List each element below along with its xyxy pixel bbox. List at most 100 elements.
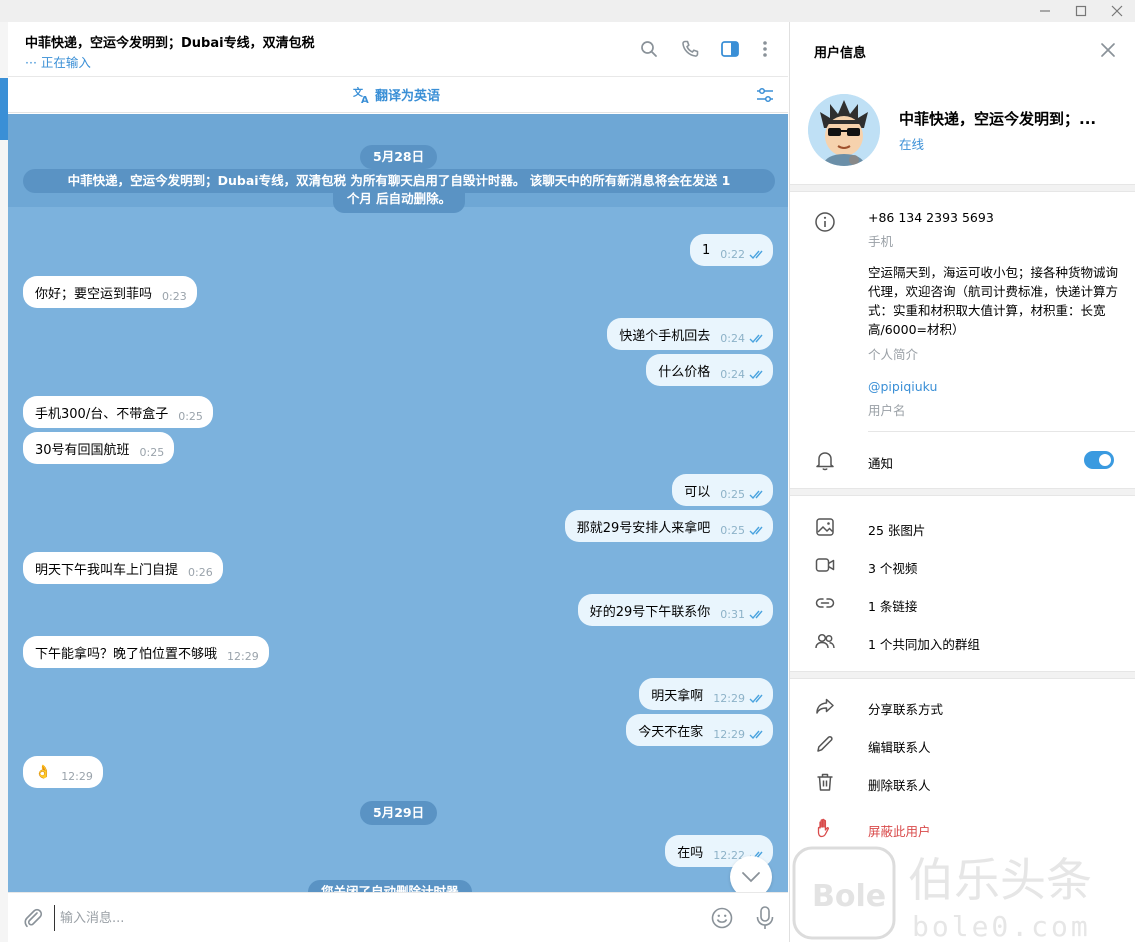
panel-title: 用户信息 <box>814 46 867 61</box>
message-text: 那就29号安排人来拿吧 <box>576 520 711 536</box>
username[interactable]: @pipiqiuku <box>868 379 937 394</box>
more-vertical-icon <box>763 41 767 57</box>
online-status: 在线 <box>899 137 925 152</box>
window-titlebar <box>0 0 1135 22</box>
date-separator: 5月28日 <box>360 145 438 169</box>
search-icon <box>641 41 657 57</box>
microphone-icon[interactable] <box>754 905 776 931</box>
translate-button[interactable]: 文A 翻译为英语 <box>353 85 440 105</box>
system-message-timer-off: 您关闭了自动删除计时器 <box>308 880 472 892</box>
read-checkmarks-icon <box>749 694 763 704</box>
search-button[interactable] <box>638 38 660 60</box>
translate-icon: 文A <box>353 86 369 104</box>
maximize-button[interactable] <box>1063 0 1099 22</box>
trash-icon <box>814 771 836 793</box>
message-time: 0:24 <box>720 368 745 381</box>
message-time: 0:23 <box>162 290 187 303</box>
read-checkmarks-icon <box>749 370 763 380</box>
share-contact-row[interactable]: 分享联系方式 <box>790 688 1135 724</box>
incoming-message[interactable]: 你好；要空运到菲吗 0:23 <box>23 276 197 308</box>
close-icon[interactable] <box>1098 40 1118 60</box>
edit-contact-row[interactable]: 编辑联系人 <box>790 726 1135 762</box>
message-input[interactable] <box>54 905 654 931</box>
sidebar-icon <box>721 41 739 57</box>
message-time: 12:29 <box>227 650 259 663</box>
message-text: 今天不在家 <box>638 724 704 740</box>
notifications-toggle[interactable] <box>1084 451 1114 469</box>
outgoing-message[interactable]: 好的29号下午联系你 0:31 <box>577 594 773 626</box>
scroll-to-bottom-button[interactable] <box>730 856 772 892</box>
outgoing-message[interactable]: 明天拿啊 12:29 <box>639 678 773 710</box>
sliders-icon[interactable] <box>755 85 775 105</box>
typing-status: ··· 正在输入 <box>25 55 91 70</box>
svg-text:Bole: Bole <box>812 879 886 914</box>
message-time: 0:24 <box>720 332 745 345</box>
message-text: 1 <box>702 242 711 258</box>
common-groups-row[interactable]: 1 个共同加入的群组 <box>790 623 1135 659</box>
avatar[interactable] <box>808 94 880 166</box>
svg-text:bole0.com: bole0.com <box>912 910 1091 942</box>
message-time: 12:29 <box>713 728 745 741</box>
message-text: 你好；要空运到菲吗 <box>35 286 153 302</box>
paperclip-icon[interactable] <box>22 907 44 929</box>
minimize-button[interactable] <box>1027 0 1063 22</box>
message-time: 0:26 <box>188 566 213 579</box>
delete-contact-label: 删除联系人 <box>868 778 931 793</box>
delete-contact-row[interactable]: 删除联系人 <box>790 764 1135 800</box>
more-options-button[interactable] <box>754 38 776 60</box>
emoji-icon[interactable] <box>710 906 734 930</box>
edit-contact-label: 编辑联系人 <box>868 740 931 755</box>
toggle-sidebar-button[interactable] <box>719 38 741 60</box>
user-info-panel: 用户信息 中菲快递，空运今发明到；... 在线 +86 134 2393 569… <box>789 22 1135 942</box>
links-count: 1 条链接 <box>868 599 918 614</box>
message-time: 0:25 <box>178 410 203 423</box>
media-links-row[interactable]: 1 条链接 <box>790 585 1135 621</box>
phone-icon <box>682 40 699 57</box>
minimize-icon <box>1040 10 1050 12</box>
message-text: 在吗 <box>677 845 704 861</box>
toggle-knob <box>1099 454 1111 466</box>
chat-list-edge <box>0 22 8 942</box>
chat-title[interactable]: 中菲快递，空运今发明到；Dubai专线，双清包税 <box>25 32 315 51</box>
incoming-message[interactable]: 30号有回国航班 0:25 <box>23 432 175 464</box>
outgoing-message[interactable]: 可以 0:25 <box>672 474 773 506</box>
message-list[interactable]: 5月28日 中菲快递，空运今发明到；Dubai专线，双清包税 为所有聊天启用了自… <box>8 114 788 892</box>
message-text: 明天拿啊 <box>651 688 704 704</box>
media-videos-row[interactable]: 3 个视频 <box>790 547 1135 583</box>
date-separator: 5月29日 <box>360 801 438 825</box>
window-close-button[interactable] <box>1099 0 1135 22</box>
outgoing-message[interactable]: 1 0:22 <box>690 234 773 266</box>
message-time: 0:25 <box>720 488 745 501</box>
message-text: 手机300/台、不带盒子 <box>35 406 169 422</box>
read-checkmarks-icon <box>749 334 763 344</box>
video-icon <box>814 554 836 576</box>
outgoing-message[interactable]: 今天不在家 12:29 <box>626 714 773 746</box>
avatar-cartoon-icon <box>808 94 880 166</box>
incoming-message[interactable]: 手机300/台、不带盒子 0:25 <box>23 396 213 428</box>
message-time: 0:31 <box>720 608 745 621</box>
media-photos-row[interactable]: 25 张图片 <box>790 509 1135 545</box>
svg-text:伯乐头条: 伯乐头条 <box>908 853 1092 907</box>
read-checkmarks-icon <box>749 250 763 260</box>
message-text: 好的29号下午联系你 <box>589 604 711 620</box>
divider <box>868 431 1135 432</box>
incoming-message[interactable]: 明天下午我叫车上门自提 0:26 <box>23 552 223 584</box>
read-checkmarks-icon <box>749 610 763 620</box>
outgoing-message[interactable]: 那就29号安排人来拿吧 0:25 <box>564 510 773 542</box>
bio-text[interactable]: 空运隔天到，海运可收小包；接各种货物诚询代理，欢迎咨询（航司计费标准，快递计算方… <box>868 263 1118 339</box>
incoming-message[interactable]: 👌 12:29 <box>23 756 103 788</box>
outgoing-message[interactable]: 快递个手机回去 0:24 <box>607 318 773 350</box>
phone-number[interactable]: +86 134 2393 5693 <box>868 210 994 225</box>
notifications-label: 通知 <box>868 456 894 471</box>
outgoing-message[interactable]: 什么价格 0:24 <box>646 354 773 386</box>
chat-header[interactable]: 中菲快递，空运今发明到；Dubai专线，双清包税 ··· 正在输入 <box>8 22 788 77</box>
section-separator <box>790 671 1135 679</box>
selected-chat-indicator <box>0 78 8 140</box>
chat-pane: 中菲快递，空运今发明到；Dubai专线，双清包税 ··· 正在输入 文A 翻译为… <box>8 22 788 942</box>
message-text: 什么价格 <box>658 364 711 380</box>
incoming-message[interactable]: 下午能拿吗？晚了怕位置不够哦 12:29 <box>23 636 269 668</box>
call-button[interactable] <box>679 38 701 60</box>
chevron-down-icon <box>742 872 760 883</box>
share-contact-label: 分享联系方式 <box>868 702 944 717</box>
message-time: 0:22 <box>720 248 745 261</box>
